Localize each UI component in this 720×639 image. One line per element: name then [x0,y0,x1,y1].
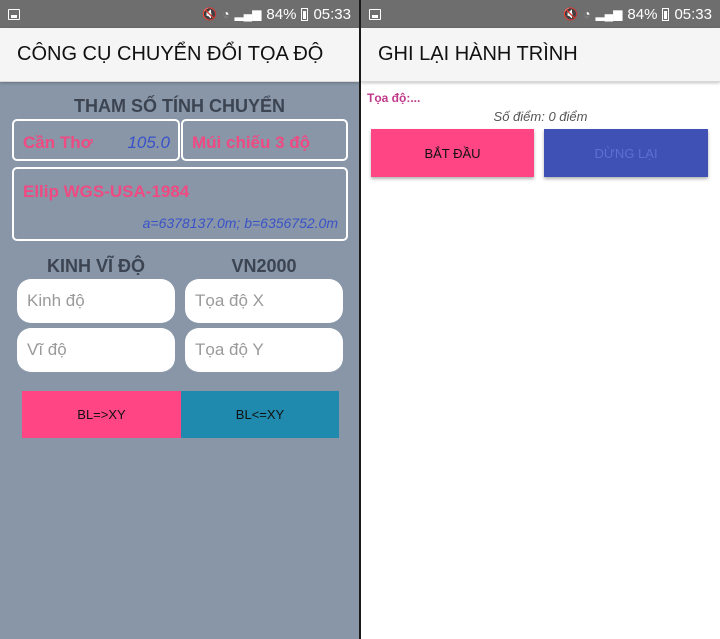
central-meridian-value: 105.0 [127,133,170,152]
page-title: CÔNG CỤ CHUYỂN ĐỔI TỌA ĐỘ [17,43,324,65]
latitude-input[interactable]: Vĩ độ [17,328,175,372]
battery-icon [301,7,309,21]
location-selector[interactable]: Cần Thơ 105.0 [12,119,180,161]
clock: 05:33 [313,5,351,23]
gallery-notification-icon [8,8,20,20]
ellipsoid-params: a=6378137.0m; b=6356752.0m [142,215,338,231]
latlon-header: KINH VĨ ĐỘ [46,256,145,276]
page-title: GHI LẠI HÀNH TRÌNH [378,43,578,65]
right-phone-screen: 🔇 ◔ ▂▄▆ 84% 05:33 GHI LẠI HÀNH TRÌNH Tọa… [361,0,720,639]
zone-label: Múi chiếu 3 độ [192,133,311,152]
signal-icon: ▂▄▆ [595,7,623,21]
bl-to-xy-button[interactable]: BL=>XY [22,391,181,438]
left-phone-screen: 🔇 ◔ ▂▄▆ 84% 05:33 CÔNG CỤ CHUYỂN ĐỔI TỌA… [0,0,359,639]
params-section-title: THAM SỐ TÍNH CHUYỂN [74,96,285,116]
wifi-icon: ◔ [583,7,591,21]
mute-icon: 🔇 [202,7,218,21]
battery-percent: 84% [627,5,658,23]
mute-icon: 🔇 [563,7,579,21]
start-button[interactable]: BẮT ĐẦU [371,129,534,177]
ellipsoid-selector[interactable]: Ellip WGS-USA-1984 a=6378137.0m; b=63567… [12,167,348,241]
clock: 05:33 [674,5,712,23]
stop-button[interactable]: DỪNG LẠI [544,129,708,177]
app-bar: CÔNG CỤ CHUYỂN ĐỔI TỌA ĐỘ [0,28,359,82]
xy-to-bl-button[interactable]: BL<=XY [181,391,339,438]
ellipsoid-name: Ellip WGS-USA-1984 [23,182,190,201]
battery-percent: 84% [266,5,297,23]
gallery-notification-icon [369,8,381,20]
location-name: Cần Thơ [23,133,93,152]
y-coordinate-input[interactable]: Tọa độ Y [185,328,343,372]
battery-icon [662,7,670,21]
status-bar: 🔇 ◔ ▂▄▆ 84% 05:33 [0,0,359,28]
longitude-input[interactable]: Kinh độ [17,279,175,323]
app-bar: GHI LẠI HÀNH TRÌNH [361,28,720,82]
point-count: Số điểm: 0 điểm [493,109,588,124]
zone-selector[interactable]: Múi chiếu 3 độ [181,119,348,161]
x-coordinate-input[interactable]: Tọa độ X [185,279,343,323]
signal-icon: ▂▄▆ [234,7,262,21]
status-bar: 🔇 ◔ ▂▄▆ 84% 05:33 [361,0,720,28]
vn2000-header: VN2000 [231,256,297,276]
coordinate-label: Tọa độ:... [367,91,421,105]
wifi-icon: ◔ [222,7,230,21]
